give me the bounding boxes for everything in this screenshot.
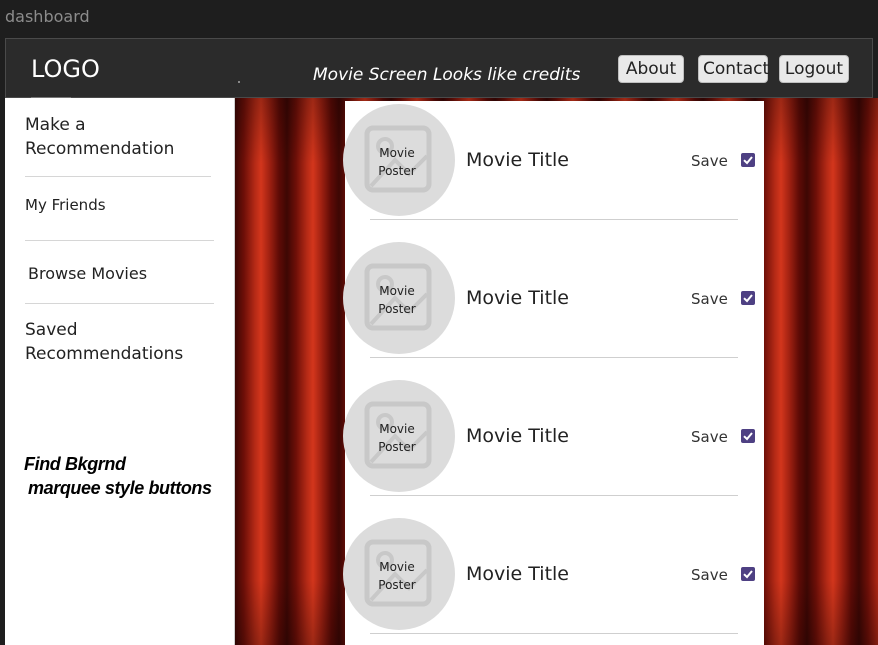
- design-note-line2: marquee style buttons: [28, 478, 212, 498]
- header-dot: [238, 81, 240, 83]
- save-checkbox[interactable]: [741, 429, 755, 443]
- movie-title[interactable]: Movie Title: [466, 563, 569, 585]
- tagline: Movie Screen Looks like credits: [313, 65, 581, 85]
- movie-poster[interactable]: Movie Poster: [343, 104, 455, 216]
- sidebar: Make a Recommendation My Friends Browse …: [5, 98, 235, 645]
- save-checkbox[interactable]: [741, 291, 755, 305]
- save-label: Save: [691, 152, 728, 170]
- poster-label-line2: Poster: [378, 164, 416, 178]
- poster-label-line2: Poster: [378, 302, 416, 316]
- logo[interactable]: LOGO: [31, 55, 100, 83]
- movie-card: Movie Poster Movie Title Save: [343, 515, 764, 645]
- movie-poster[interactable]: Movie Poster: [343, 518, 455, 630]
- card-divider: [370, 357, 738, 358]
- sidebar-divider: [25, 240, 214, 241]
- sidebar-item-saved-recommendations[interactable]: Saved Recommendations: [25, 318, 183, 366]
- poster-label: Movie Poster: [343, 558, 451, 594]
- poster-label: Movie Poster: [343, 420, 451, 456]
- poster-label-line1: Movie: [379, 146, 415, 160]
- card-divider: [370, 219, 738, 220]
- sidebar-item-browse-movies[interactable]: Browse Movies: [28, 264, 147, 283]
- about-button[interactable]: About: [618, 55, 684, 83]
- save-checkbox[interactable]: [741, 567, 755, 581]
- frame-title: dashboard: [5, 7, 90, 26]
- save-label: Save: [691, 428, 728, 446]
- checkmark-icon: [743, 156, 753, 165]
- design-note-line1: Find Bkgrnd: [24, 454, 126, 474]
- movie-poster[interactable]: Movie Poster: [343, 242, 455, 354]
- poster-label: Movie Poster: [343, 282, 451, 318]
- movie-poster[interactable]: Movie Poster: [343, 380, 455, 492]
- top-nav-bar: LOGO Movie Screen Looks like credits Abo…: [5, 38, 873, 98]
- card-divider: [370, 633, 738, 634]
- poster-label-line1: Movie: [379, 422, 415, 436]
- movie-list: Movie Poster Movie Title Save Movie Post…: [343, 101, 764, 645]
- logout-button[interactable]: Logout: [779, 55, 849, 83]
- sidebar-divider: [25, 176, 211, 177]
- poster-label-line1: Movie: [379, 284, 415, 298]
- checkmark-icon: [743, 570, 753, 579]
- poster-label-line2: Poster: [378, 440, 416, 454]
- save-label: Save: [691, 290, 728, 308]
- poster-label: Movie Poster: [343, 144, 451, 180]
- movie-title[interactable]: Movie Title: [466, 149, 569, 171]
- save-label: Save: [691, 566, 728, 584]
- movie-title[interactable]: Movie Title: [466, 287, 569, 309]
- card-divider: [370, 495, 738, 496]
- save-checkbox[interactable]: [741, 153, 755, 167]
- sidebar-item-make-recommendation[interactable]: Make a Recommendation: [25, 113, 174, 161]
- poster-label-line1: Movie: [379, 560, 415, 574]
- sidebar-item-my-friends[interactable]: My Friends: [25, 196, 106, 214]
- checkmark-icon: [743, 294, 753, 303]
- movie-card: Movie Poster Movie Title Save: [343, 377, 764, 515]
- checkmark-icon: [743, 432, 753, 441]
- contact-button[interactable]: Contact: [698, 55, 769, 83]
- sidebar-divider: [25, 303, 214, 304]
- movie-card: Movie Poster Movie Title Save: [343, 101, 764, 239]
- poster-label-line2: Poster: [378, 578, 416, 592]
- movie-title[interactable]: Movie Title: [466, 425, 569, 447]
- movie-card: Movie Poster Movie Title Save: [343, 239, 764, 377]
